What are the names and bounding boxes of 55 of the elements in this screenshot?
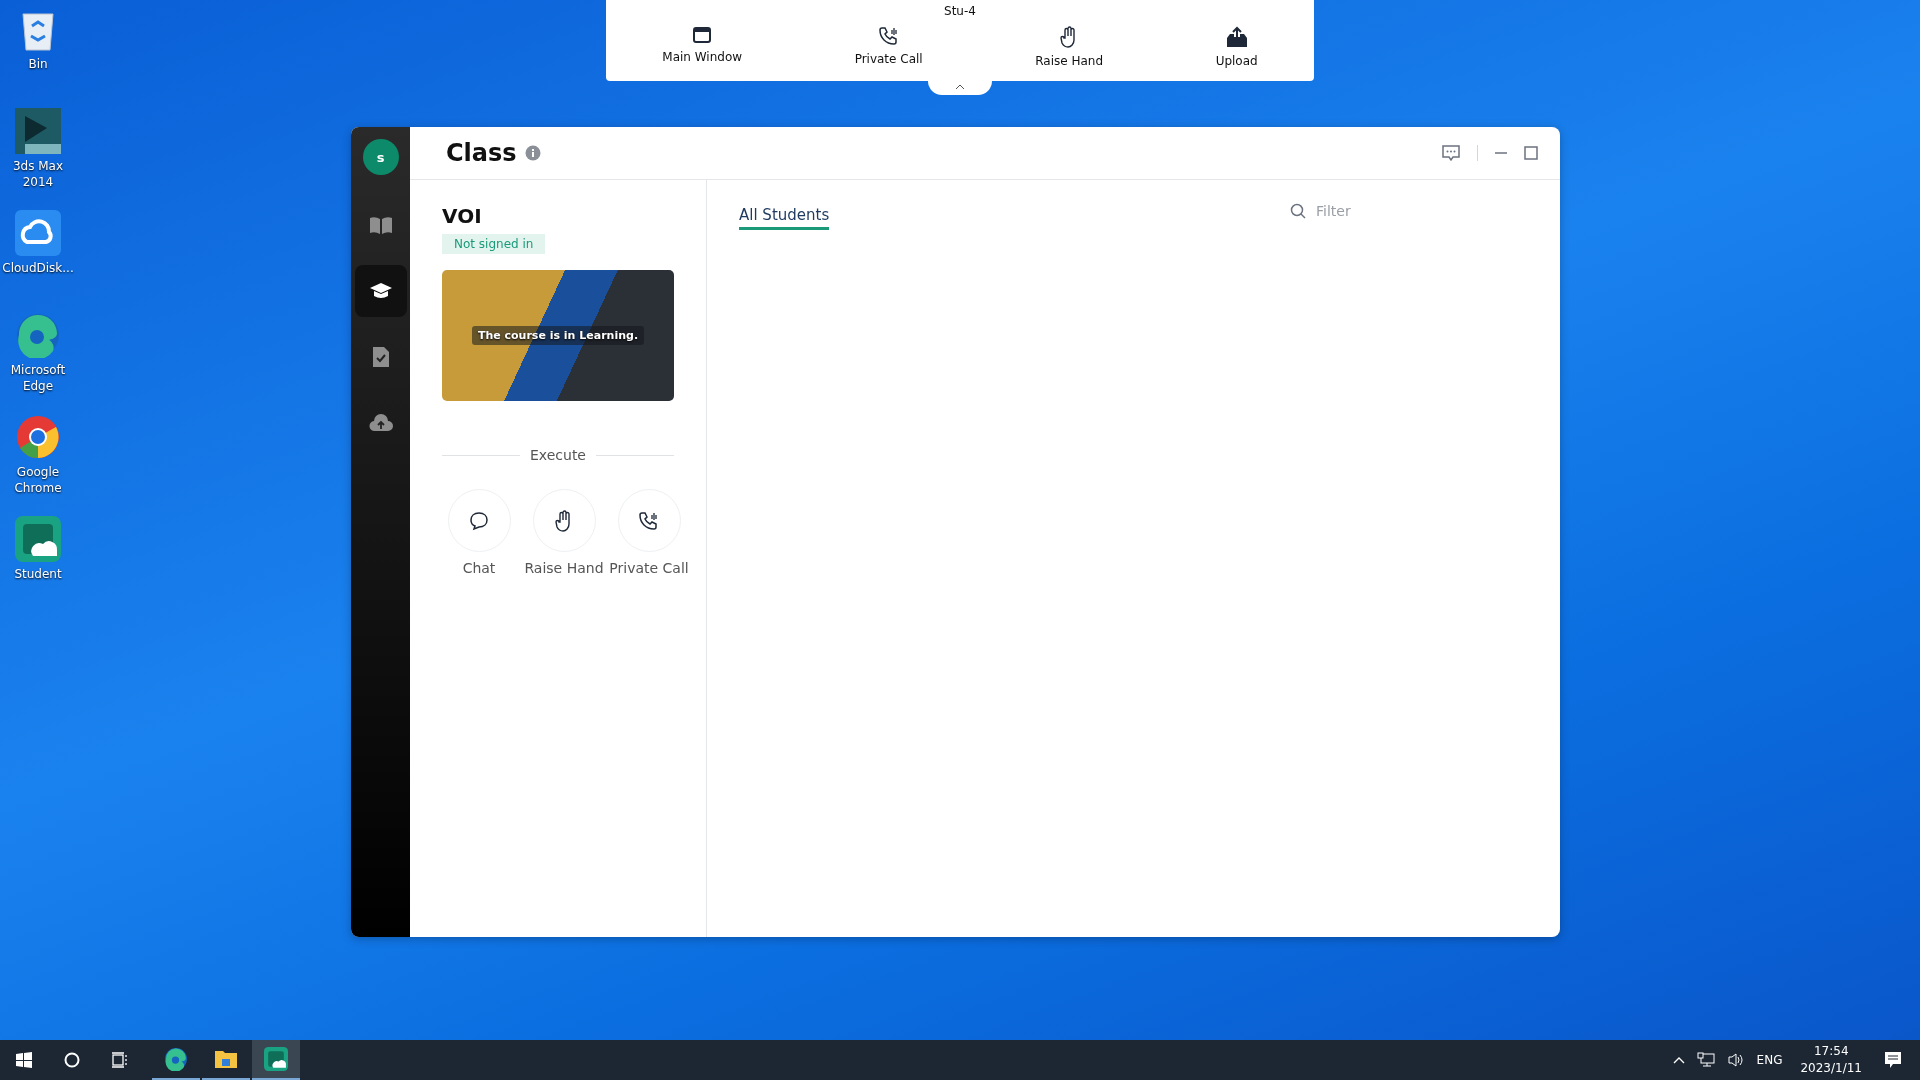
chrome-browser-icon[interactable] <box>15 414 61 460</box>
task-view-icon[interactable] <box>110 1052 130 1068</box>
notification-icon[interactable] <box>1884 1051 1902 1069</box>
graduation-cap-icon <box>368 281 393 301</box>
search-icon <box>1290 203 1306 219</box>
folder-icon <box>214 1048 238 1070</box>
cloud-app-icon[interactable] <box>15 210 61 256</box>
toolbar-button[interactable]: Main Window <box>654 26 751 68</box>
maximize-icon[interactable] <box>1524 146 1538 160</box>
clock-time: 17:54 <box>1813 1043 1849 1060</box>
desktop-icon-label[interactable]: Microsoft Edge <box>1 362 75 394</box>
desktop-icon-label[interactable]: CloudDisk... <box>1 260 75 276</box>
toolbar-button[interactable]: Raise Hand <box>1027 26 1112 68</box>
student-app-icon[interactable] <box>15 516 61 562</box>
windows-start-icon[interactable] <box>14 1052 34 1068</box>
clock-date: 2023/1/11 <box>1800 1060 1862 1077</box>
upload-tray-icon <box>1224 26 1249 48</box>
toolbar-button[interactable]: Upload <box>1207 26 1266 68</box>
caret-up-icon <box>955 83 965 90</box>
status-tag: Not signed in <box>442 234 546 254</box>
info-icon[interactable] <box>524 145 541 161</box>
toolbar-button[interactable]: Private Call <box>846 26 931 68</box>
action-label: Private Call <box>609 560 689 576</box>
search-circle-icon[interactable] <box>62 1052 82 1068</box>
speech-bubble-icon <box>469 510 489 531</box>
collapse-tab[interactable] <box>928 78 992 95</box>
taskbar-app[interactable] <box>252 1040 300 1080</box>
language-indicator[interactable]: ENG <box>1756 1053 1783 1067</box>
hand-icon <box>555 509 573 532</box>
chevron-up-icon[interactable] <box>1672 1056 1685 1064</box>
tab[interactable]: All Students <box>739 202 830 230</box>
window-title: Class <box>446 139 517 167</box>
clock[interactable]: 17:54 2023/1/11 <box>1800 1043 1862 1077</box>
course-thumbnail[interactable]: The course is in Learning. <box>442 270 674 401</box>
student-app-icon <box>264 1047 288 1071</box>
desktop-icon-label[interactable]: Google Chrome <box>1 464 75 496</box>
action-label: Raise Hand <box>524 560 604 576</box>
desktop-icon-label[interactable]: Bin <box>1 56 75 72</box>
course-name: VOI <box>442 204 482 228</box>
action-label: Chat <box>462 560 496 576</box>
cloud-upload-icon <box>368 413 393 433</box>
desktop-icon-label[interactable]: Student <box>1 566 75 582</box>
toolbar-title: Stu-4 <box>944 4 976 18</box>
desktop-icon-label[interactable]: 3ds Max 2014 <box>1 158 75 190</box>
message-icon[interactable] <box>1441 144 1461 162</box>
thumbnail-caption: The course is in Learning. <box>471 326 645 345</box>
user-avatar[interactable]: s <box>362 139 399 175</box>
phone-icon <box>638 510 660 531</box>
speaker-icon[interactable] <box>1726 1052 1745 1068</box>
window-icon <box>692 26 713 44</box>
section-label: Execute <box>530 447 586 463</box>
network-icon[interactable] <box>1696 1052 1715 1068</box>
phone-icon <box>877 26 900 46</box>
sidebar-nav-item[interactable] <box>354 265 407 317</box>
book-icon <box>368 216 393 234</box>
